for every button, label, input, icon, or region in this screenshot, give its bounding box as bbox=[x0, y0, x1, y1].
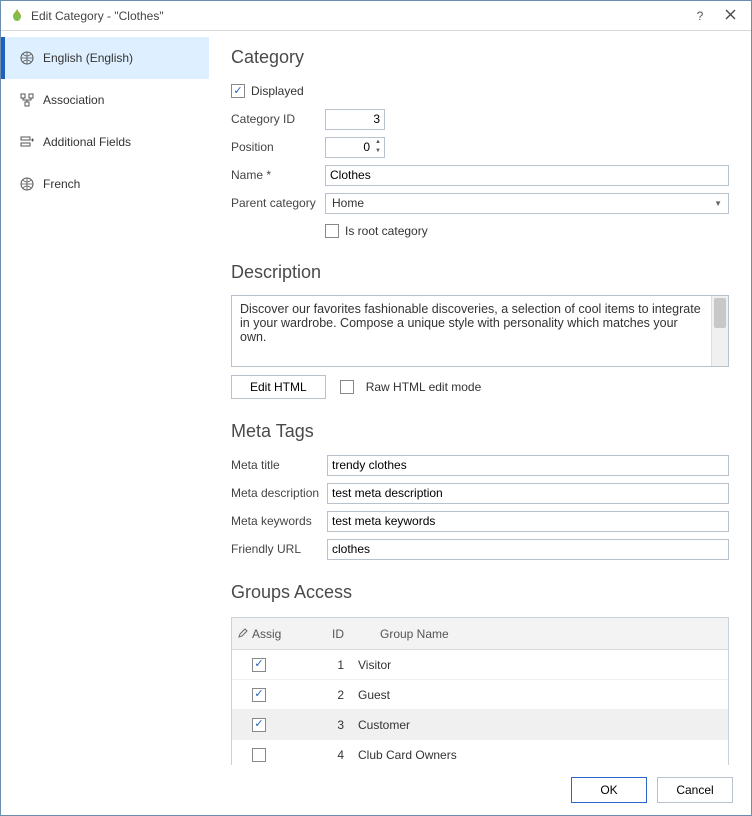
dialog-window: Edit Category - "Clothes" ? English (Eng… bbox=[0, 0, 752, 816]
fields-icon bbox=[19, 134, 35, 150]
meta-desc-input[interactable] bbox=[327, 483, 729, 504]
meta-desc-label: Meta description bbox=[231, 486, 327, 500]
parent-label: Parent category bbox=[231, 196, 325, 210]
section-category-heading: Category bbox=[231, 47, 729, 68]
chevron-down-icon: ▼ bbox=[714, 199, 722, 208]
edit-html-button[interactable]: Edit HTML bbox=[231, 375, 326, 399]
table-row[interactable]: 1 Visitor bbox=[232, 650, 728, 680]
window-title: Edit Category - "Clothes" bbox=[31, 9, 685, 23]
displayed-checkbox[interactable] bbox=[231, 84, 245, 98]
row-name: Guest bbox=[352, 688, 728, 702]
scrollbar[interactable] bbox=[711, 296, 728, 366]
sidebar-item-french[interactable]: French bbox=[1, 163, 209, 205]
main-panel: Category Displayed Category ID Position … bbox=[209, 31, 751, 765]
chevron-up-icon: ▲ bbox=[372, 138, 384, 148]
ok-button[interactable]: OK bbox=[571, 777, 647, 803]
table-row[interactable]: 3 Customer bbox=[232, 710, 728, 740]
close-icon bbox=[725, 9, 736, 23]
close-button[interactable] bbox=[715, 4, 745, 28]
name-label: Name * bbox=[231, 168, 325, 182]
row-name: Club Card Owners bbox=[352, 748, 728, 762]
assig-checkbox[interactable] bbox=[252, 658, 266, 672]
parent-category-value: Home bbox=[332, 196, 364, 210]
scrollbar-thumb[interactable] bbox=[714, 298, 726, 328]
section-groups-heading: Groups Access bbox=[231, 582, 729, 603]
is-root-label: Is root category bbox=[345, 224, 428, 238]
table-row[interactable]: 2 Guest bbox=[232, 680, 728, 710]
titlebar: Edit Category - "Clothes" ? bbox=[1, 1, 751, 31]
assig-checkbox[interactable] bbox=[252, 748, 266, 762]
row-name: Visitor bbox=[352, 658, 728, 672]
sidebar-item-additional-fields[interactable]: Additional Fields bbox=[1, 121, 209, 163]
sidebar-item-label: Additional Fields bbox=[43, 135, 131, 149]
meta-title-input[interactable] bbox=[327, 455, 729, 476]
table-header: Assig ID Group Name bbox=[232, 618, 728, 650]
cancel-button[interactable]: Cancel bbox=[657, 777, 733, 803]
table-row[interactable]: 4 Club Card Owners bbox=[232, 740, 728, 765]
dialog-footer: OK Cancel bbox=[1, 765, 751, 815]
row-id: 4 bbox=[292, 748, 352, 762]
is-root-checkbox[interactable] bbox=[325, 224, 339, 238]
app-icon bbox=[9, 8, 25, 24]
raw-html-label: Raw HTML edit mode bbox=[366, 380, 482, 394]
sidebar-item-label: English (English) bbox=[43, 51, 133, 65]
sidebar-item-label: French bbox=[43, 177, 80, 191]
description-text: Discover our favorites fashionable disco… bbox=[232, 296, 711, 366]
friendly-url-input[interactable] bbox=[327, 539, 729, 560]
meta-title-label: Meta title bbox=[231, 458, 327, 472]
name-input[interactable] bbox=[325, 165, 729, 186]
category-id-label: Category ID bbox=[231, 112, 325, 126]
assoc-icon bbox=[19, 92, 35, 108]
globe-icon bbox=[19, 50, 35, 66]
col-name-label: Group Name bbox=[352, 627, 728, 641]
position-label: Position bbox=[231, 140, 325, 154]
row-id: 3 bbox=[292, 718, 352, 732]
raw-html-checkbox[interactable] bbox=[340, 380, 354, 394]
pencil-icon bbox=[238, 627, 248, 641]
col-id-label: ID bbox=[292, 627, 352, 641]
row-id: 2 bbox=[292, 688, 352, 702]
assig-checkbox[interactable] bbox=[252, 718, 266, 732]
description-editor[interactable]: Discover our favorites fashionable disco… bbox=[231, 295, 729, 367]
sidebar-item-english[interactable]: English (English) bbox=[1, 37, 209, 79]
chevron-down-icon: ▼ bbox=[372, 147, 384, 157]
sidebar-item-association[interactable]: Association bbox=[1, 79, 209, 121]
section-meta-heading: Meta Tags bbox=[231, 421, 729, 442]
friendly-url-label: Friendly URL bbox=[231, 542, 327, 556]
row-name: Customer bbox=[352, 718, 728, 732]
section-description-heading: Description bbox=[231, 262, 729, 283]
displayed-label: Displayed bbox=[251, 84, 304, 98]
position-spinner[interactable]: ▲ ▼ bbox=[372, 138, 384, 157]
meta-keywords-input[interactable] bbox=[327, 511, 729, 532]
globe-icon bbox=[19, 176, 35, 192]
col-assig-label: Assig bbox=[252, 627, 281, 641]
row-id: 1 bbox=[292, 658, 352, 672]
assig-checkbox[interactable] bbox=[252, 688, 266, 702]
sidebar-item-label: Association bbox=[43, 93, 104, 107]
groups-table: Assig ID Group Name 1 Visitor 2 Guest bbox=[231, 617, 729, 765]
parent-category-select[interactable]: Home ▼ bbox=[325, 193, 729, 214]
meta-keywords-label: Meta keywords bbox=[231, 514, 327, 528]
help-button[interactable]: ? bbox=[685, 4, 715, 28]
category-id-input[interactable] bbox=[325, 109, 385, 130]
sidebar: English (English) Association Additional… bbox=[1, 31, 209, 765]
